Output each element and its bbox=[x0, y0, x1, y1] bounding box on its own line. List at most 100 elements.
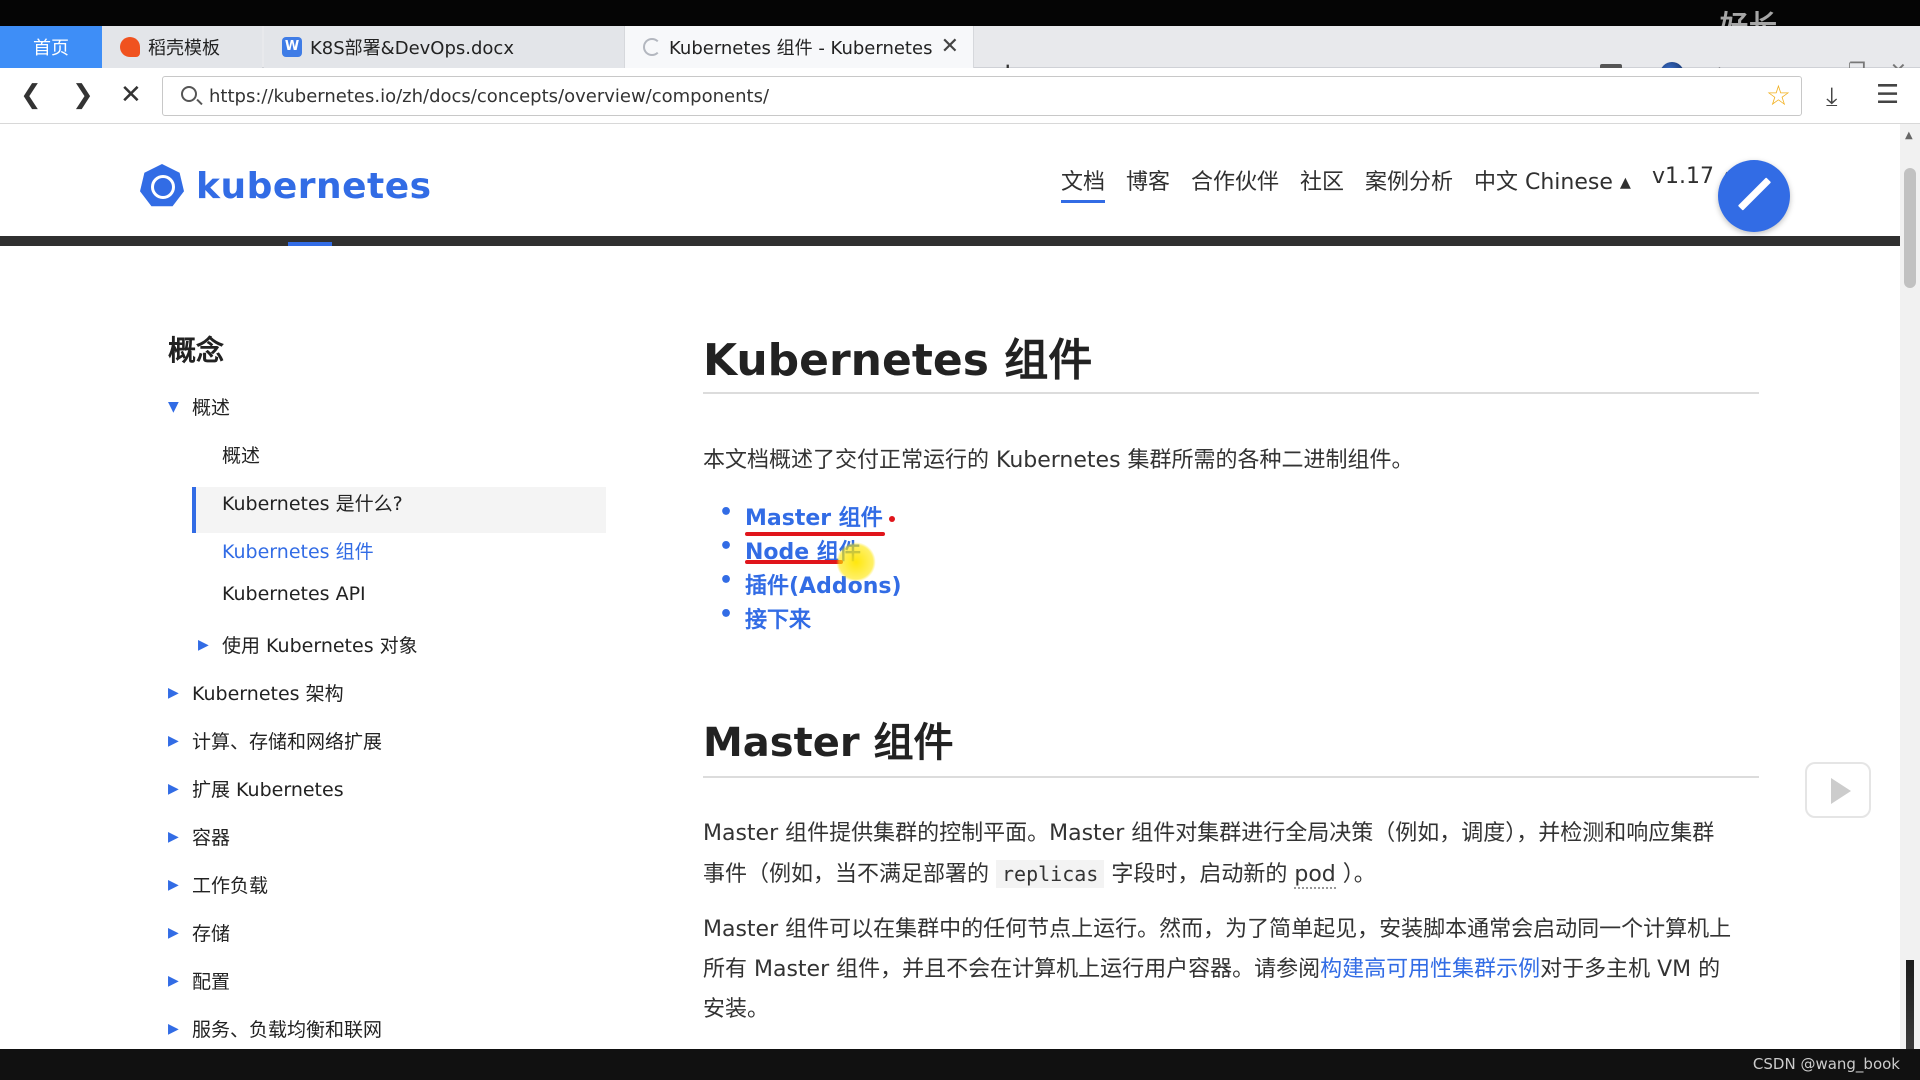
tab-strip: 首页 稻壳模板 W K8S部署&DevOps.docx Kubernetes 组… bbox=[0, 26, 1920, 89]
p2-text: Master 组件可以在集群中的任何节点上运行。然而，为了简单起见，安装脚本通常… bbox=[703, 917, 1732, 942]
sidebar-item-label: Kubernetes 组件 bbox=[222, 541, 374, 563]
tab-daoke[interactable]: 稻壳模板 bbox=[102, 26, 262, 68]
intro-text: 本文档概述了交付正常运行的 Kubernetes 集群所需的各种二进制组件。 bbox=[703, 448, 1414, 473]
page-title: Kubernetes 组件 bbox=[703, 335, 1093, 386]
nav-case-studies[interactable]: 案例分析 bbox=[1365, 164, 1453, 196]
header-divider bbox=[0, 236, 1900, 246]
page-scrollbar[interactable]: ▲ bbox=[1900, 124, 1920, 1049]
nav-partners[interactable]: 合作伙伴 bbox=[1191, 164, 1279, 196]
toc-link-next[interactable]: 接下来 bbox=[745, 602, 811, 634]
back-icon[interactable]: ❮ bbox=[20, 80, 42, 110]
docs-sidebar: 概念 ▼ 概述 概述 Kubernetes 是什么? Kubernetes 组件 … bbox=[168, 329, 608, 1041]
paragraph-1: Master 组件提供集群的控制平面。Master 组件对集群进行全局决策（例如… bbox=[703, 814, 1763, 895]
sidebar-item-label: 计算、存储和网络扩展 bbox=[192, 731, 383, 753]
sidebar-item-label: 使用 Kubernetes 对象 bbox=[222, 635, 418, 657]
top-black-bar: 好长 bbox=[0, 0, 1920, 42]
sidebar-item-api[interactable]: Kubernetes API bbox=[222, 583, 366, 605]
web-page: kubernetes 文档 博客 合作伙伴 社区 案例分析 中文 Chinese… bbox=[0, 124, 1900, 1049]
bottom-bar: CSDN @wang_book bbox=[0, 1049, 1920, 1080]
red-dot-annotation bbox=[889, 516, 895, 522]
nav-docs[interactable]: 文档 bbox=[1061, 164, 1106, 203]
sidebar-item-containers[interactable]: ▶ 容器 bbox=[168, 823, 230, 850]
tab-label: K8S部署&DevOps.docx bbox=[310, 38, 514, 59]
sidebar-item-components[interactable]: Kubernetes 组件 bbox=[222, 537, 374, 564]
credit-watermark: CSDN @wang_book bbox=[1752, 1055, 1900, 1073]
sidebar-item-extend[interactable]: ▶ 扩展 Kubernetes bbox=[168, 775, 344, 802]
red-underline-annotation bbox=[745, 532, 885, 536]
caret-right-icon: ▶ bbox=[168, 780, 179, 797]
menu-icon[interactable]: ☰ bbox=[1876, 80, 1899, 110]
caret-down-icon: ▼ bbox=[168, 398, 179, 415]
address-bar[interactable]: https://kubernetes.io/zh/docs/concepts/o… bbox=[162, 76, 1802, 116]
logo-text: kubernetes bbox=[196, 165, 432, 207]
url-text[interactable]: https://kubernetes.io/zh/docs/concepts/o… bbox=[209, 86, 769, 107]
caret-right-icon: ▶ bbox=[168, 732, 179, 749]
sidebar-title: 概念 bbox=[168, 334, 225, 367]
caret-right-icon: ▶ bbox=[168, 972, 179, 989]
toc-link-master[interactable]: Master 组件 bbox=[745, 500, 883, 532]
nav-blog[interactable]: 博客 bbox=[1126, 164, 1170, 196]
scroll-thumb[interactable] bbox=[1904, 168, 1916, 288]
sidebar-item-workloads[interactable]: ▶ 工作负载 bbox=[168, 871, 268, 898]
sidebar-item-architecture[interactable]: ▶ Kubernetes 架构 bbox=[168, 679, 344, 706]
site-logo[interactable]: kubernetes bbox=[140, 164, 432, 208]
caret-right-icon: ▶ bbox=[168, 924, 179, 941]
tab-label: Kubernetes 组件 - Kubernetes bbox=[669, 38, 933, 59]
cursor-highlight bbox=[836, 542, 876, 582]
nav-language[interactable]: 中文 Chinese ▴ bbox=[1474, 164, 1631, 196]
p1-text: Master 组件提供集群的控制平面。Master 组件对集群进行全局决策（例如… bbox=[703, 821, 1715, 846]
sidebar-item-overview[interactable]: ▼ 概述 bbox=[168, 393, 230, 420]
sidebar-item-label: Kubernetes 架构 bbox=[192, 683, 344, 705]
glossary-term-pod[interactable]: pod bbox=[1294, 862, 1336, 889]
red-underline-annotation bbox=[745, 560, 843, 564]
sidebar-item-label: Kubernetes 是什么? bbox=[222, 493, 403, 515]
video-player-button[interactable] bbox=[1805, 762, 1871, 818]
section-heading-master: Master 组件 bbox=[703, 720, 954, 766]
paragraph-2: Master 组件可以在集群中的任何节点上运行。然而，为了简单起见，安装脚本通常… bbox=[703, 910, 1763, 1030]
caret-right-icon: ▶ bbox=[168, 828, 179, 845]
sidebar-item-label: 概述 bbox=[192, 397, 231, 419]
sidebar-item-overview-sub[interactable]: 概述 bbox=[222, 441, 260, 468]
close-icon[interactable]: ✕ bbox=[941, 34, 959, 59]
side-indicator bbox=[1906, 960, 1914, 1050]
edit-page-button[interactable] bbox=[1718, 160, 1790, 232]
nav-community[interactable]: 社区 bbox=[1300, 164, 1344, 196]
ha-cluster-link[interactable]: 构建高可用性集群示例 bbox=[1320, 957, 1540, 982]
sidebar-item-extensions[interactable]: ▶ 计算、存储和网络扩展 bbox=[168, 727, 382, 754]
inline-code: replicas bbox=[996, 860, 1105, 888]
search-icon bbox=[181, 86, 197, 102]
p2-text: 所有 Master 组件，并且不会在计算机上运行用户容器。请参阅 bbox=[703, 957, 1321, 982]
loading-icon bbox=[643, 38, 661, 56]
sidebar-item-label: 概述 bbox=[222, 445, 261, 467]
caret-right-icon: ▶ bbox=[168, 1020, 179, 1037]
p1-text: 字段时，启动新的 bbox=[1111, 862, 1288, 887]
section-divider bbox=[703, 776, 1759, 778]
sidebar-item-services[interactable]: ▶ 服务、负载均衡和联网 bbox=[168, 1015, 382, 1042]
navigation-bar: ❮ ❯ ✕ https://kubernetes.io/zh/docs/conc… bbox=[0, 68, 1920, 124]
sidebar-item-configuration[interactable]: ▶ 配置 bbox=[168, 967, 230, 994]
toc-link-addons[interactable]: 插件(Addons) bbox=[745, 568, 902, 600]
word-icon: W bbox=[282, 37, 302, 57]
daoke-icon bbox=[120, 37, 140, 57]
caret-right-icon: ▶ bbox=[168, 684, 179, 701]
tab-kubernetes-active[interactable]: Kubernetes 组件 - Kubernetes ✕ bbox=[624, 26, 974, 68]
forward-icon[interactable]: ❯ bbox=[72, 80, 94, 110]
kubernetes-wheel-icon bbox=[140, 164, 184, 207]
sidebar-item-label: 工作负载 bbox=[192, 875, 269, 897]
tab-home[interactable]: 首页 bbox=[0, 26, 102, 68]
p2-text: 安装。 bbox=[703, 997, 770, 1022]
pencil-icon bbox=[1737, 177, 1772, 211]
sidebar-item-objects[interactable]: ▶ 使用 Kubernetes 对象 bbox=[198, 631, 418, 658]
download-icon[interactable]: ⤓ bbox=[1826, 82, 1838, 113]
stop-icon[interactable]: ✕ bbox=[120, 80, 142, 110]
sidebar-item-label: 服务、负载均衡和联网 bbox=[192, 1019, 383, 1041]
sidebar-item-storage[interactable]: ▶ 存储 bbox=[168, 919, 230, 946]
scroll-up-icon[interactable]: ▲ bbox=[1905, 130, 1913, 141]
p2-text: 对于多主机 VM 的 bbox=[1540, 957, 1721, 982]
sidebar-item-what-is[interactable]: Kubernetes 是什么? bbox=[222, 489, 403, 516]
play-icon bbox=[1831, 778, 1851, 804]
sidebar-item-label: 容器 bbox=[192, 827, 231, 849]
tab-docx[interactable]: W K8S部署&DevOps.docx bbox=[264, 26, 624, 68]
sidebar-item-label: 扩展 Kubernetes bbox=[192, 779, 344, 801]
star-icon[interactable]: ☆ bbox=[1766, 79, 1791, 112]
